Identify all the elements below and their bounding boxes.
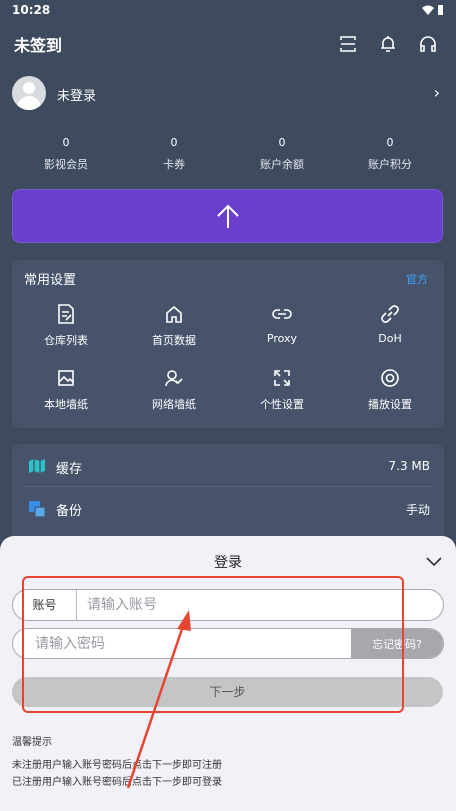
app-bar: 未签到	[0, 22, 456, 66]
settings-item-local-wallpaper[interactable]: 本地墙纸	[12, 366, 120, 430]
stat-label: 影视会员	[44, 158, 88, 171]
login-title: 登录	[214, 555, 242, 571]
play-circle-icon	[380, 366, 400, 390]
link-icon	[272, 302, 292, 326]
tips-title: 温馨提示	[12, 737, 52, 748]
settings-item-label: 首页数据	[152, 334, 196, 347]
settings-title: 常用设置	[24, 273, 77, 288]
bell-icon	[381, 36, 395, 52]
headset-icon	[420, 36, 436, 52]
user-check-icon	[165, 366, 183, 390]
chevron-down-icon	[426, 557, 442, 567]
status-time: 10:28	[12, 3, 51, 17]
settings-item-home-data[interactable]: 首页数据	[120, 302, 228, 366]
backup-label: 备份	[56, 504, 83, 519]
stat-membership[interactable]: 0 影视会员	[12, 136, 120, 180]
stat-value: 0	[278, 136, 286, 149]
battery-icon	[438, 5, 443, 15]
avatar	[12, 76, 46, 110]
stats-row: 0 影视会员 0 卡券 0 账户余额 0 账户积分	[12, 136, 444, 180]
edit-list-icon	[57, 302, 75, 326]
tip-register: 未注册用户输入账号密码后点击下一步即可注册	[12, 760, 222, 771]
settings-item-repo[interactable]: 仓库列表	[12, 302, 120, 366]
settings-item-label: 本地墙纸	[44, 398, 88, 411]
settings-item-network-wallpaper[interactable]: 网络墙纸	[120, 366, 228, 430]
settings-item-personalize[interactable]: 个性设置	[228, 366, 336, 430]
arrow-up-icon	[216, 204, 239, 228]
stat-label: 账户余额	[260, 158, 304, 171]
stat-value: 0	[62, 136, 70, 149]
scan-icon	[340, 36, 356, 52]
copy-icon	[28, 500, 46, 522]
stat-coupons[interactable]: 0 卡券	[120, 136, 228, 180]
collapse-button[interactable]	[426, 552, 442, 571]
settings-item-label: DoH	[378, 332, 402, 345]
cache-row[interactable]: 缓存 7.3 MB	[12, 446, 444, 486]
upload-button[interactable]	[12, 189, 443, 243]
backup-value: 手动	[405, 503, 430, 517]
status-bar: 10:28	[0, 0, 456, 22]
official-link[interactable]: 官方	[406, 271, 428, 287]
scan-button[interactable]	[328, 30, 368, 58]
backup-row[interactable]: 备份 手动	[12, 488, 444, 528]
settings-item-doh[interactable]: DoH	[336, 302, 444, 366]
app-bar-actions	[328, 30, 448, 58]
image-icon	[57, 366, 75, 390]
expand-icon	[273, 366, 291, 390]
chain-icon	[381, 302, 399, 326]
page-title: 未签到	[14, 36, 63, 55]
cache-value: 7.3 MB	[388, 459, 430, 473]
support-button[interactable]	[408, 30, 448, 58]
settings-item-label: 播放设置	[368, 398, 412, 411]
stat-value: 0	[386, 136, 394, 149]
stat-label: 卡券	[163, 158, 185, 171]
settings-item-proxy[interactable]: Proxy	[228, 302, 336, 366]
stat-balance[interactable]: 0 账户余额	[228, 136, 336, 180]
annotation-highlight-box	[22, 576, 404, 713]
map-icon	[28, 458, 46, 478]
home-icon	[165, 302, 183, 326]
status-icons	[421, 4, 445, 18]
settings-item-label: Proxy	[266, 332, 298, 345]
stat-value: 0	[170, 136, 178, 149]
stat-label: 账户积分	[368, 158, 412, 171]
tip-login: 已注册用户输入账号密码后点击下一步即可登录	[12, 777, 222, 788]
settings-grid: 仓库列表 首页数据 Proxy DoH 本地墙纸 网络墙纸 个性设置 播放设置	[12, 302, 444, 430]
wifi-icon	[421, 5, 434, 15]
notification-button[interactable]	[368, 30, 408, 58]
cache-label: 缓存	[56, 462, 83, 477]
settings-item-label: 网络墙纸	[152, 398, 196, 411]
settings-item-label: 个性设置	[260, 398, 304, 411]
settings-item-label: 仓库列表	[44, 334, 88, 347]
profile-row[interactable]: 未登录 ›	[0, 72, 456, 116]
profile-name: 未登录	[57, 89, 97, 104]
chevron-right-icon: ›	[433, 83, 440, 102]
settings-panel: 常用设置 官方 仓库列表 首页数据 Proxy DoH 本地墙纸 网络墙纸 个性…	[12, 260, 444, 428]
divider	[24, 486, 432, 487]
stat-points[interactable]: 0 账户积分	[336, 136, 444, 180]
settings-item-playback[interactable]: 播放设置	[336, 366, 444, 430]
